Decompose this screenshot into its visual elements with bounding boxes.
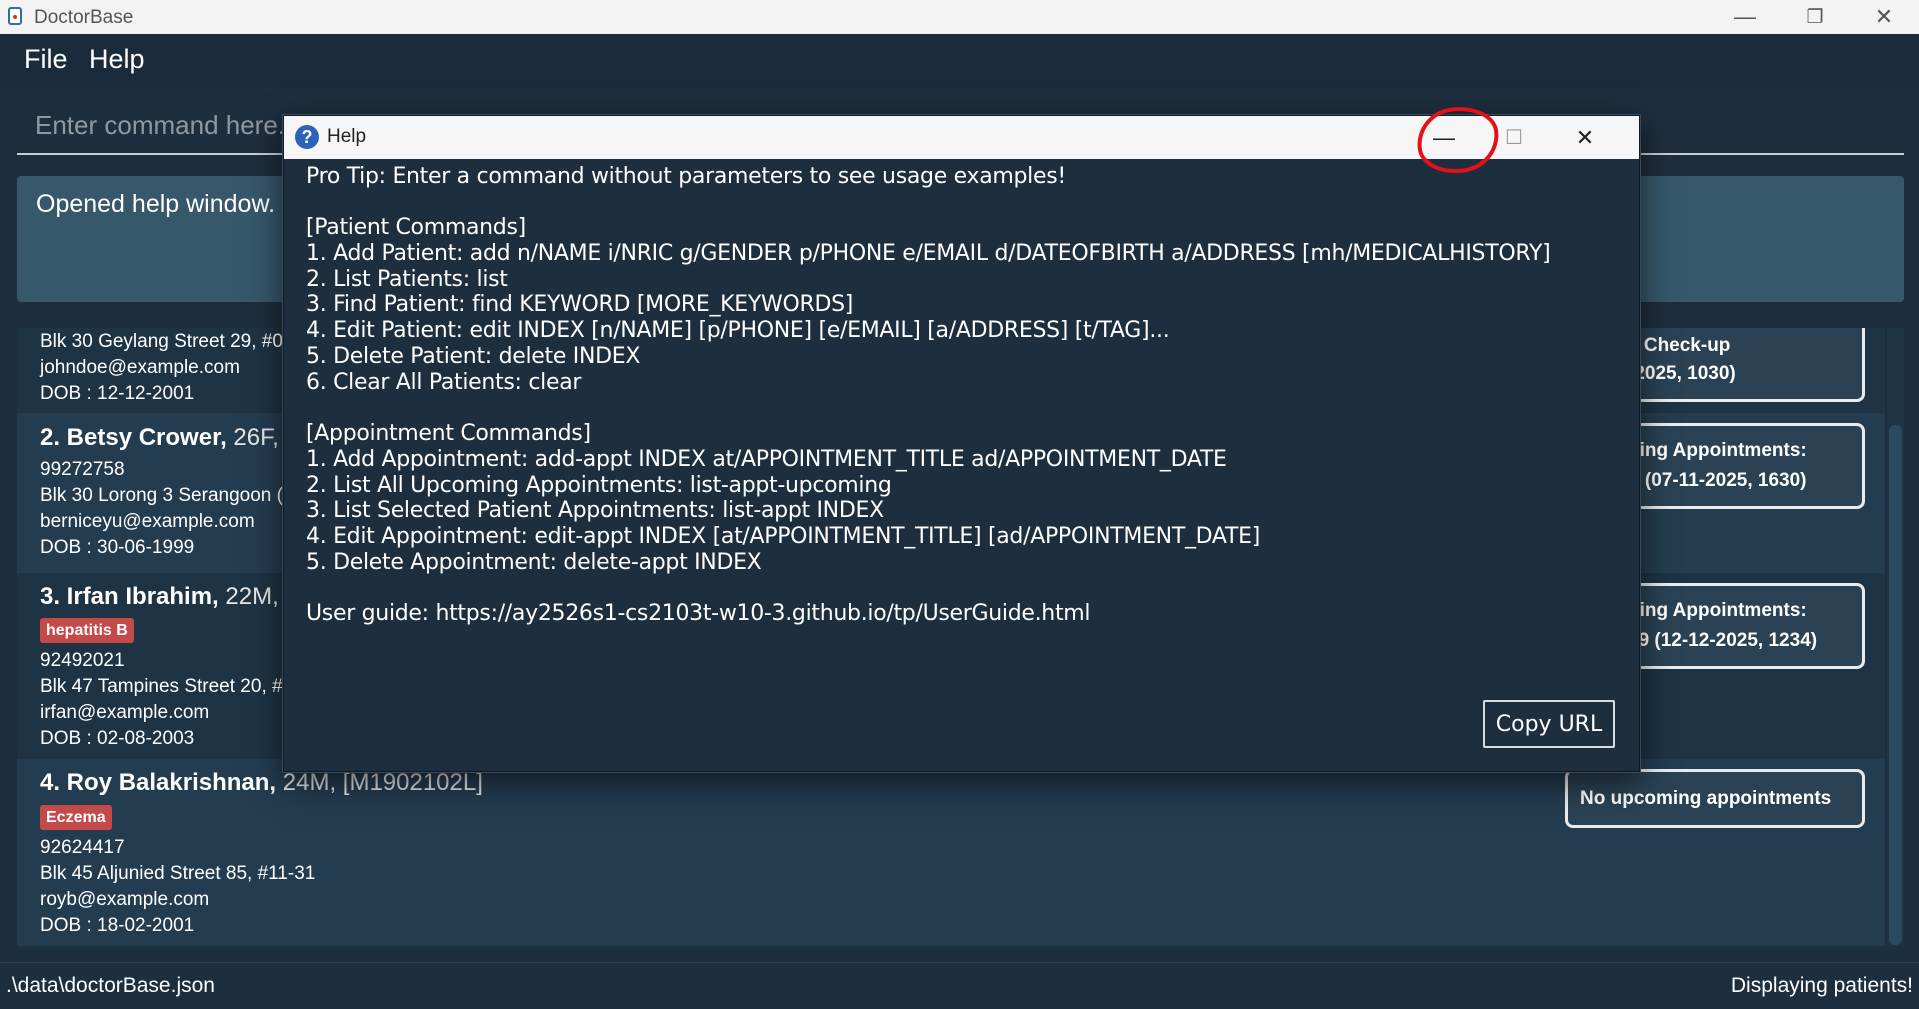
appointment-line: ning Appointments: (1628, 600, 1807, 621)
window-title: DoctorBase (34, 7, 134, 28)
window-title-bar (0, 0, 1919, 34)
medical-tag: Eczema (40, 805, 112, 830)
menu-help[interactable]: Help (89, 44, 145, 75)
patient-email: irfan@example.com (40, 702, 210, 723)
help-line: 4. Edit Patient: edit INDEX [n/NAME] [p/… (306, 318, 1170, 343)
patient-email: johndoe@example.com (40, 357, 240, 378)
patient-address: Blk 30 Geylang Street 29, #0 (40, 331, 283, 352)
patient-name-text: 2. Betsy Crower, (40, 424, 227, 451)
help-line: 1. Add Appointment: add-appt INDEX at/AP… (306, 447, 1227, 472)
window-close-button[interactable]: ✕ (1849, 0, 1919, 34)
appointment-line: No upcoming appointments (1580, 788, 1832, 809)
patient-name-text: 4. Roy Balakrishnan, (40, 769, 277, 796)
patient-phone: 99272758 (40, 459, 125, 480)
help-user-guide-url: User guide: https://ay2526s1-cs2103t-w10… (306, 601, 1091, 626)
appointment-line: ning Appointments: (1628, 440, 1807, 461)
help-line: 5. Delete Appointment: delete-appt INDEX (306, 550, 762, 575)
appointment-line: e Check-up (1628, 335, 1731, 356)
patient-name: 2. Betsy Crower, 26F, [ (40, 424, 292, 452)
help-window[interactable]: ? Help — ☐ ✕ Pro Tip: Enter a command wi… (283, 115, 1640, 772)
help-line: 2. List All Upcoming Appointments: list-… (306, 473, 892, 498)
appointment-line: -2025, 1030) (1628, 363, 1736, 384)
status-message: Displaying patients! (1730, 974, 1913, 997)
help-line: 3. Find Patient: find KEYWORD [MORE_KEYW… (306, 292, 854, 317)
help-line: 5. Delete Patient: delete INDEX (306, 344, 641, 369)
patient-address: Blk 45 Aljunied Street 85, #11-31 (40, 863, 316, 884)
patient-details: 22M, (218, 583, 279, 610)
menu-bar (0, 34, 1919, 88)
help-line: 6. Clear All Patients: clear (306, 370, 582, 395)
patient-email: royb@example.com (40, 889, 210, 910)
help-line: 3. List Selected Patient Appointments: l… (306, 498, 884, 523)
question-icon: ? (295, 125, 319, 149)
patient-details: 24M, [M1902102L] (276, 769, 483, 796)
help-line: Pro Tip: Enter a command without paramet… (306, 164, 1066, 189)
status-file-path: .\data\doctorBase.json (6, 974, 215, 997)
appointment-line: p (07-11-2025, 1630) (1628, 470, 1807, 491)
help-line: [Patient Commands] (306, 215, 526, 240)
patient-address: Blk 47 Tampines Street 20, # (40, 676, 283, 697)
patient-name: 4. Roy Balakrishnan, 24M, [M1902102L] (40, 769, 483, 797)
status-bar (0, 962, 1919, 1009)
help-line: 1. Add Patient: add n/NAME i/NRIC g/GEND… (306, 241, 1551, 266)
menu-file[interactable]: File (24, 44, 68, 75)
patient-phone: 92624417 (40, 837, 125, 858)
copy-url-button[interactable]: Copy URL (1483, 700, 1615, 748)
patient-phone: 92492021 (40, 650, 125, 671)
patient-name: 3. Irfan Ibrahim, 22M, (40, 583, 279, 611)
help-line: 2. List Patients: list (306, 267, 508, 292)
patient-address: Blk 30 Lorong 3 Serangoon ( (40, 485, 283, 506)
appointment-box: No upcoming appointments (1565, 769, 1865, 828)
patient-dob: DOB : 02-08-2003 (40, 728, 195, 749)
patient-dob: DOB : 12-12-2001 (40, 383, 195, 404)
patient-name-text: 3. Irfan Ibrahim, (40, 583, 219, 610)
app-logo-icon (8, 7, 22, 25)
help-close-button[interactable]: ✕ (1555, 116, 1615, 159)
patient-email: berniceyu@example.com (40, 511, 255, 532)
help-line: [Appointment Commands] (306, 421, 591, 446)
window-restore-button[interactable]: ❐ (1780, 0, 1850, 34)
appointment-line: 19 (12-12-2025, 1234) (1628, 630, 1818, 651)
help-line: 4. Edit Appointment: edit-appt INDEX [at… (306, 524, 1260, 549)
medical-tag: hepatitis B (40, 618, 134, 643)
result-text: Opened help window. (36, 190, 276, 218)
patient-dob: DOB : 18-02-2001 (40, 915, 195, 936)
help-title: Help (327, 126, 367, 147)
list-scrollbar-thumb[interactable] (1889, 425, 1902, 945)
patient-card[interactable]: 4. Roy Balakrishnan, 24M, [M1902102L] Ec… (17, 759, 1885, 946)
patient-dob: DOB : 30-06-1999 (40, 537, 195, 558)
window-minimize-button[interactable]: — (1710, 0, 1780, 34)
